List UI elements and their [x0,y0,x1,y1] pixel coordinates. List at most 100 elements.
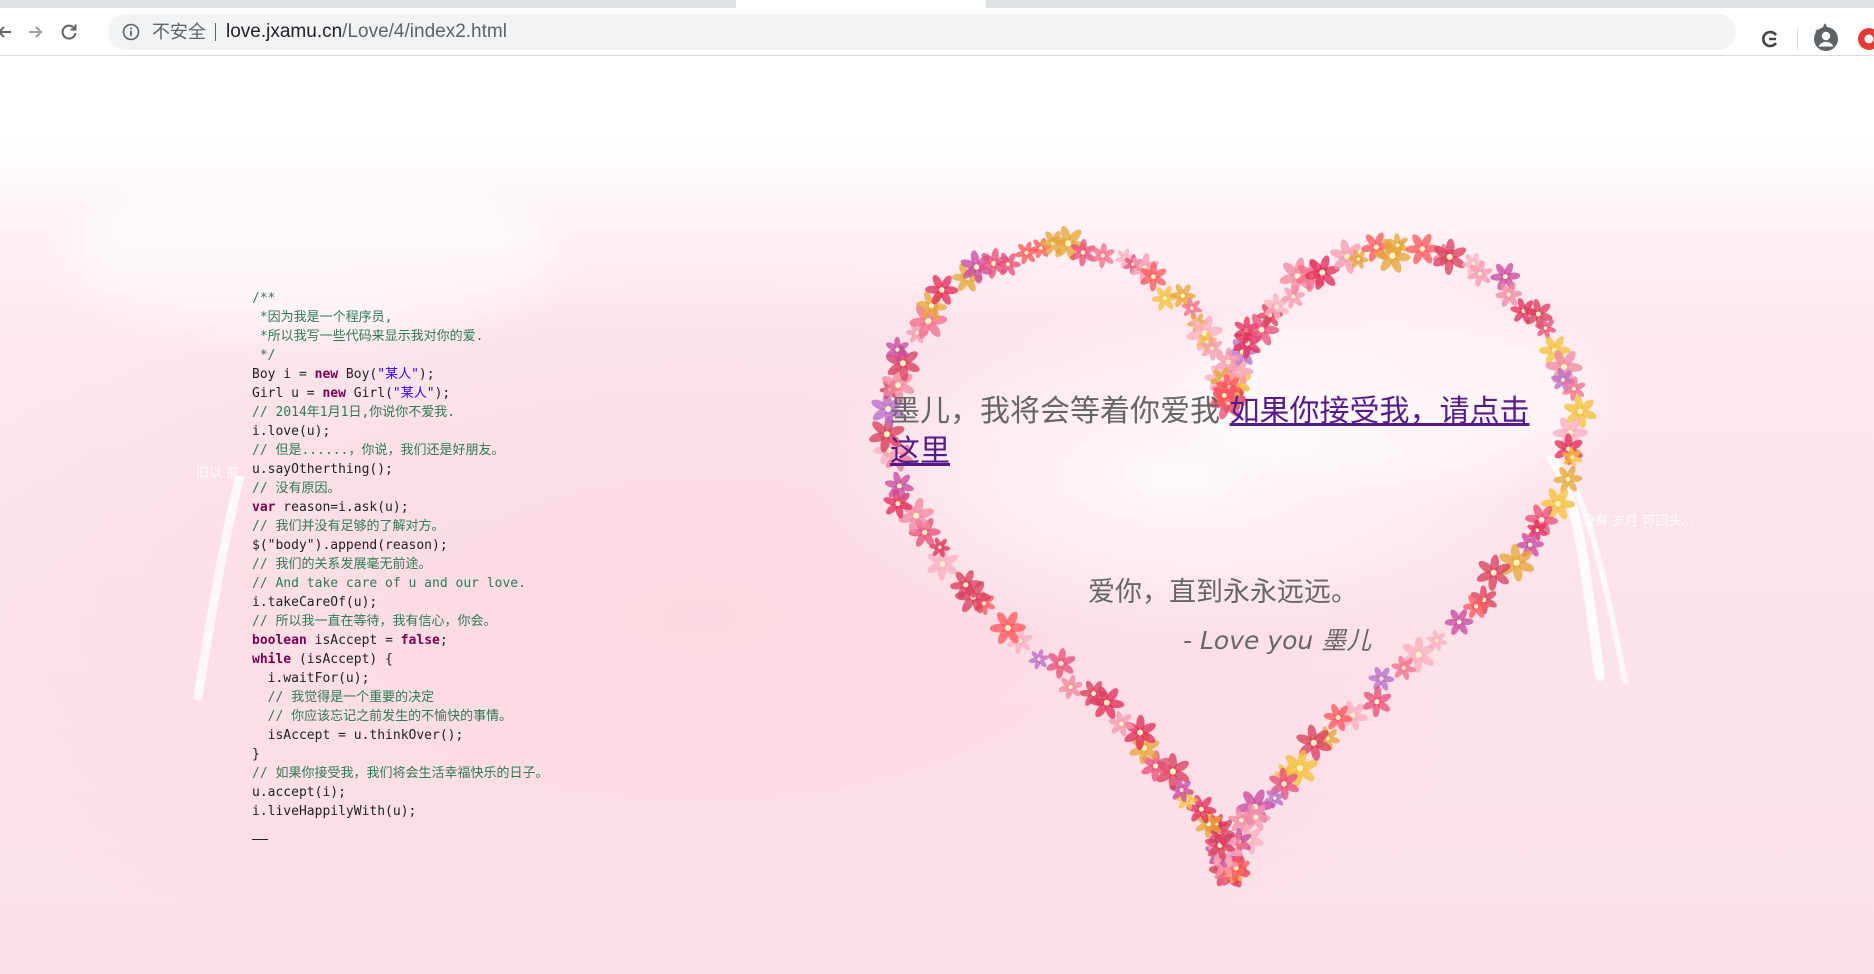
code-line: // 我们的关系发展毫无前途。 [252,555,548,574]
code-token: ); [434,386,451,401]
code-line: // 我们并没有足够的了解对方。 [252,517,548,536]
security-label[interactable]: 不安全 [152,14,206,50]
code-token: // 但是......，你说，我们还是好朋友。 [252,443,505,458]
code-token: u.accept(i); [252,785,346,800]
extension-red-icon[interactable] [1856,25,1874,53]
code-token: new [314,367,339,382]
code-line: *所以我写一些代码来显示我对你的爱. [252,327,548,346]
code-token: Boy i = [252,367,315,382]
profile-avatar-icon[interactable] [1812,25,1840,53]
code-token: i.waitFor(u); [252,671,370,686]
code-line: while (isAccept) { [252,650,548,669]
forward-button[interactable] [22,19,48,45]
code-token: $("body").append(reason); [252,538,448,553]
reload-icon [61,24,77,40]
tab-active[interactable] [736,0,986,8]
forever-text: 爱你，直到永永远远。 [1088,577,1358,608]
code-token: *因为我是一个程序员, [252,310,393,325]
code-line: // 我觉得是一个重要的决定 [252,688,548,707]
code-line: // 如果你接受我，我们将会生活幸福快乐的日子。 [252,764,548,783]
code-line: i.love(u); [252,422,548,441]
code-line: i.liveHappilyWith(u); [252,802,548,821]
address-bar[interactable]: 不安全 love.jxamu.cn/Love/4/index2.html [108,14,1835,50]
code-line: /** [252,289,548,308]
code-line: */ [252,346,548,365]
code-token: // 2014年1月1日,你说你不爱我. [252,405,456,420]
code-token: "某人" [392,386,435,401]
text-cursor [252,821,548,840]
code-line: // And take care of u and our love. [252,574,548,593]
code-token: // 如果你接受我，我们将会生活幸福快乐的日子。 [252,766,549,781]
code-token: // 我们并没有足够的了解对方。 [252,519,445,534]
tab-inactive-2[interactable] [988,0,1874,8]
code-token: reason=i.ask(u); [275,500,409,515]
background-faint-text-left: 旧以 前 · [196,466,248,481]
code-token: isAccept = [306,633,401,648]
code-token: new [322,386,346,401]
code-line: Girl u = new Girl("某人"); [252,384,548,403]
love-message: 墨儿，我将会等着你爱我 如果你接受我，请点击这里 [890,392,1530,472]
tab-inactive-1[interactable] [0,0,735,8]
code-line: } [252,745,548,764]
omnibox-separator [215,23,216,41]
code-token: *所以我写一些代码来显示我对你的爱. [252,329,484,344]
translate-extension-icon[interactable] [1758,27,1782,51]
code-line: *因为我是一个程序员, [252,308,548,327]
code-token: "某人" [377,367,419,382]
code-token: Boy( [338,367,378,382]
code-line: var reason=i.ask(u); [252,498,548,517]
browser-toolbar: 不安全 love.jxamu.cn/Love/4/index2.html [0,8,1874,56]
code-line: u.sayOtherthing(); [252,460,548,479]
code-token: i.liveHappilyWith(u); [252,804,417,819]
code-token: while [252,652,292,667]
code-token: Girl( [345,386,393,401]
love-message-text: 墨儿，我将会等着你爱我 [890,394,1230,429]
flower-heart-image [869,225,1597,888]
code-token: // And take care of u and our love. [252,576,526,591]
url-host: love.jxamu.cn [226,21,343,42]
code-token: /** [252,291,276,306]
cursor-bar [252,839,268,840]
forward-arrow-icon [29,26,43,38]
url-text[interactable]: love.jxamu.cn/Love/4/index2.html [226,14,507,50]
tab-strip [0,0,1874,8]
code-line: boolean isAccept = false; [252,631,548,650]
flower-petal-cluster [1362,686,1392,718]
url-path: /Love/4/index2.html [342,21,507,42]
page-canvas: 旧以 前 · 没有 岁月 可回头... /** *因为我是一个程序员, *所以我… [0,56,1874,974]
background-swing-image [193,476,245,701]
code-token: ); [418,367,435,382]
code-line: Boy i = new Boy("某人"); [252,365,548,384]
reload-button[interactable] [56,19,82,45]
code-token: (isAccept) { [291,652,393,667]
code-token: */ [252,348,276,363]
code-line: $("body").append(reason); [252,536,548,555]
code-line: // 所以我一直在等待，我有信心，你会。 [252,612,548,631]
code-token: } [252,747,260,762]
flower-petal-cluster [1553,466,1583,493]
code-token: i.love(u); [252,424,331,439]
code-token: // 没有原因。 [252,481,341,496]
code-token: i.takeCareOf(u); [252,595,378,610]
code-line: // 你应该忘记之前发生的不愉快的事情。 [252,707,548,726]
back-button[interactable] [0,19,18,45]
code-line: isAccept = u.thinkOver(); [252,726,548,745]
code-token: // 你应该忘记之前发生的不愉快的事情。 [252,709,513,724]
code-token: u.sayOtherthing(); [252,462,393,477]
code-token: ; [439,633,448,648]
back-arrow-icon [0,26,11,38]
code-line: i.takeCareOf(u); [252,593,548,612]
code-line: i.waitFor(u); [252,669,548,688]
info-icon[interactable] [122,23,140,41]
code-token: // 我们的关系发展毫无前途。 [252,557,432,572]
toolbar-divider [1797,28,1798,50]
code-token: Girl u = [252,386,323,401]
code-token: boolean [252,633,307,648]
code-line: u.accept(i); [252,783,548,802]
signature-text: - Love you 墨儿 [1183,626,1372,655]
code-token: var [252,500,276,515]
code-token: false [400,633,440,648]
code-token: // 我觉得是一个重要的决定 [252,690,435,705]
code-line: // 2014年1月1日,你说你不爱我. [252,403,548,422]
code-line: // 但是......，你说，我们还是好朋友。 [252,441,548,460]
